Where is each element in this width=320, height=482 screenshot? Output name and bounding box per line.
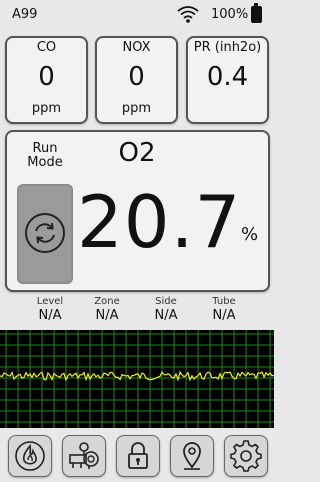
side-field: Side N/A <box>136 296 196 323</box>
bottom-toolbar <box>0 430 274 482</box>
lock-icon <box>128 442 148 469</box>
device-id: A99 <box>12 7 38 22</box>
wifi-icon <box>176 4 200 28</box>
nox-value: 0 <box>128 62 145 92</box>
zone-field: Zone N/A <box>77 296 137 323</box>
zone-value: N/A <box>95 308 119 323</box>
run-mode-button[interactable] <box>17 184 73 284</box>
run-mode-label: Run Mode <box>27 141 63 170</box>
battery-icon <box>251 3 262 23</box>
side-value: N/A <box>154 308 178 323</box>
level-field: Level N/A <box>20 296 80 323</box>
o2-trend-line <box>0 370 274 382</box>
o2-value: 20.7 <box>77 180 242 264</box>
trend-graph <box>0 330 274 428</box>
o2-unit: % <box>241 224 259 245</box>
co-unit: ppm <box>31 101 62 116</box>
trend-graph-canvas <box>0 330 274 428</box>
co-card[interactable]: CO 0 ppm <box>5 36 88 124</box>
level-label: Level <box>36 296 64 307</box>
o2-card: Run Mode O2 20.7 % <box>5 130 270 292</box>
tube-field: Tube N/A <box>194 296 254 323</box>
pressure-value: 0.4 <box>206 62 249 92</box>
gear-icon <box>230 440 262 472</box>
zone-label: Zone <box>94 296 120 307</box>
refresh-icon <box>23 211 67 255</box>
nox-card[interactable]: NOX 0 ppm <box>95 36 178 124</box>
tube-label: Tube <box>212 296 236 307</box>
level-value: N/A <box>38 308 62 323</box>
nox-unit: ppm <box>121 101 152 116</box>
location-button[interactable] <box>170 435 214 477</box>
flame-button[interactable] <box>8 435 52 477</box>
location-pin-icon <box>183 442 201 470</box>
settings-button[interactable] <box>224 435 268 477</box>
battery-level: 100% <box>211 7 249 22</box>
lock-button[interactable] <box>116 435 160 477</box>
nox-label: NOX <box>122 40 151 55</box>
co-label: CO <box>36 40 57 55</box>
pump-button[interactable] <box>62 435 106 477</box>
o2-label: O2 <box>118 138 156 168</box>
side-label: Side <box>155 296 177 307</box>
pressure-label: PR (inh2o) <box>193 40 262 55</box>
pump-icon <box>69 442 99 469</box>
co-value: 0 <box>38 62 55 92</box>
pressure-card[interactable]: PR (inh2o) 0.4 <box>186 36 269 124</box>
flame-icon <box>15 441 45 471</box>
tube-value: N/A <box>212 308 236 323</box>
status-bar: A99 100% <box>0 0 274 30</box>
